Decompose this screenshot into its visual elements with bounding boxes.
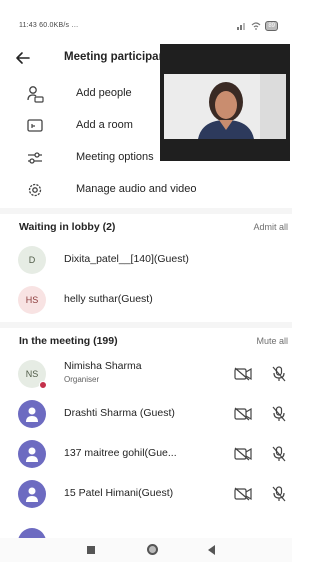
camera-off-icon — [234, 407, 252, 421]
meeting-person-row[interactable]: 137 maitree gohil(Gue... — [0, 434, 292, 474]
meeting-title: In the meeting (199) — [19, 335, 118, 347]
manage-audio-video-item[interactable]: Manage audio and video — [0, 174, 292, 206]
presence-dot — [39, 381, 47, 389]
avatar-initials: HS — [25, 295, 39, 305]
avatar: HS — [18, 286, 46, 314]
signal-icon — [237, 23, 246, 30]
page-title: Meeting participants — [64, 51, 164, 63]
camera-off-icon — [234, 367, 252, 381]
recents-button[interactable] — [87, 546, 95, 554]
lobby-person-row[interactable]: D Dixita_patel__[140](Guest) — [0, 240, 292, 280]
avatar — [18, 440, 46, 468]
gear-icon — [28, 183, 42, 197]
back-arrow-icon[interactable] — [14, 49, 32, 67]
person-icon — [26, 487, 38, 502]
lobby-person-name: Dixita_patel__[140](Guest) — [64, 253, 189, 265]
avatar — [18, 528, 46, 538]
mic-off-icon — [272, 406, 286, 422]
meeting-person-name: 15 Patel Himani(Guest) — [64, 487, 174, 499]
camera-off-icon — [234, 487, 252, 501]
meeting-options-label: Meeting options — [76, 151, 154, 163]
mic-off-icon — [272, 366, 286, 382]
status-extra: … — [71, 22, 79, 29]
add-person-icon — [27, 86, 44, 103]
avatar-initials: NS — [25, 369, 39, 379]
meeting-person-row[interactable]: NS Nimisha Sharma Organiser — [0, 354, 292, 394]
add-room-label: Add a room — [76, 119, 133, 131]
meeting-person-row[interactable]: Drashti Sharma (Guest) — [0, 394, 292, 434]
mic-off-icon — [272, 446, 286, 462]
status-speed: 60.0KB/s — [39, 22, 70, 29]
participant-video-image — [164, 74, 286, 139]
video-preview[interactable] — [160, 44, 290, 161]
meeting-person-name: Nimisha Sharma — [64, 360, 142, 372]
system-nav-bar — [0, 538, 292, 562]
meeting-person-name: Drashti Sharma (Guest) — [64, 407, 175, 419]
lobby-title: Waiting in lobby (2) — [19, 221, 116, 233]
camera-off-icon — [234, 447, 252, 461]
avatar: D — [18, 246, 46, 274]
avatar: NS — [18, 360, 47, 389]
home-button[interactable] — [147, 544, 158, 555]
meeting-person-name: 137 maitree gohil(Gue... — [64, 447, 177, 459]
person-icon — [26, 447, 38, 462]
meeting-person-role: Organiser — [64, 375, 100, 384]
mute-all-button[interactable]: Mute all — [256, 336, 288, 346]
status-time: 11:43 — [19, 22, 37, 29]
lobby-person-row[interactable]: HS helly suthar(Guest) — [0, 280, 292, 320]
status-bar: 11:43 60.0KB/s … 89 — [0, 0, 292, 40]
manage-audio-video-label: Manage audio and video — [76, 183, 197, 195]
meeting-person-row[interactable]: 15 Patel Himani(Guest) — [0, 474, 292, 514]
wifi-icon — [251, 22, 261, 30]
divider — [0, 322, 292, 328]
battery-icon: 89 — [265, 21, 278, 31]
system-back-button[interactable] — [208, 545, 215, 555]
room-icon — [27, 119, 43, 132]
avatar-initials: D — [28, 255, 36, 265]
lobby-person-name: helly suthar(Guest) — [64, 293, 153, 305]
mic-off-icon — [272, 486, 286, 502]
avatar — [18, 400, 46, 428]
admit-all-button[interactable]: Admit all — [253, 222, 288, 232]
sliders-icon — [28, 152, 42, 164]
status-right: 89 — [237, 21, 278, 31]
person-icon — [26, 407, 38, 422]
participant-video — [164, 74, 286, 139]
add-people-label: Add people — [76, 87, 132, 99]
status-left: 11:43 60.0KB/s … — [19, 22, 79, 29]
meeting-person-row[interactable] — [0, 514, 292, 538]
avatar — [18, 480, 46, 508]
divider — [0, 208, 292, 214]
